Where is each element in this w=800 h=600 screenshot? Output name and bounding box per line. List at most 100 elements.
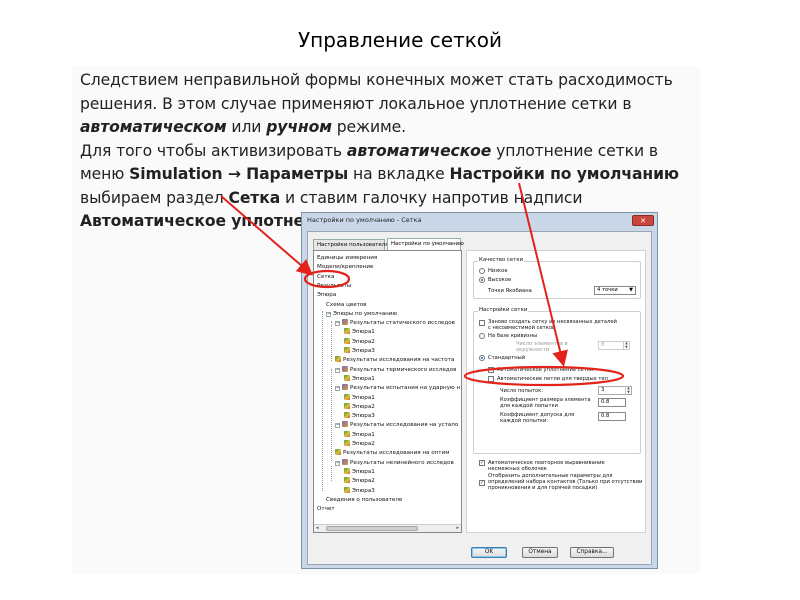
auto-realign-checkbox[interactable]: ✓ — [479, 460, 485, 466]
show-extra-checkbox[interactable]: ✓ — [479, 480, 485, 486]
results-folder-icon — [342, 365, 348, 372]
tree-item-label: Эпюра3 — [352, 413, 375, 420]
tolerance-input[interactable]: 0.8 — [598, 412, 626, 421]
para2-tab: Настройки по умолчанию — [449, 165, 680, 183]
tree-item-user-info[interactable]: Сведения о пользователе — [326, 496, 402, 504]
tree-item-static-plot3[interactable]: Эпюра3 — [344, 347, 375, 355]
attempts-arrows-icon[interactable]: ▲ ▼ — [625, 386, 631, 394]
tree-item-static-results[interactable]: − Результаты статического исследов — [335, 319, 455, 327]
size-factor-input[interactable]: 0.8 — [598, 398, 626, 407]
auto-loops-label: Автоматические петли для твердых тел — [497, 376, 608, 382]
dialog-title: Настройки по умолчанию - Сетка — [307, 216, 422, 224]
standard-radio[interactable] — [479, 355, 485, 361]
collapse-icon[interactable]: − — [335, 367, 340, 373]
tree-item-static-plot2[interactable]: Эпюра2 — [344, 337, 375, 346]
redo-mesh-checkbox[interactable] — [479, 320, 485, 326]
quality-high-label: Высокое — [488, 277, 512, 283]
collapse-icon[interactable]: − — [335, 460, 340, 466]
quality-low-radio[interactable] — [479, 268, 485, 274]
jacobian-select[interactable]: 4 точки ▼ — [594, 286, 636, 295]
tree-item-label: Модели/крепление — [317, 264, 374, 271]
slide-title: Управление сеткой — [297, 28, 503, 52]
results-folder-icon — [342, 458, 348, 465]
curvature-radio[interactable] — [479, 333, 485, 339]
tree-item-results[interactable]: Результаты — [317, 282, 351, 290]
para1-end: режиме. — [331, 118, 407, 136]
tree-item-nonlinear-plot2[interactable]: Эпюра2 — [344, 477, 375, 485]
tree-item-units[interactable]: Единицы измерения — [317, 254, 377, 262]
help-button[interactable]: Справка... — [570, 547, 614, 558]
plot-icon — [344, 328, 350, 335]
cancel-button[interactable]: Отмена — [522, 547, 558, 558]
auto-realign-label: Автоматическое повторное выравнивание не… — [488, 460, 605, 472]
collapse-icon[interactable]: − — [326, 311, 331, 317]
plot-icon — [344, 467, 350, 474]
para2-mesh: Сетка — [228, 188, 281, 207]
tree-item-drop-results[interactable]: − Результаты испытания на ударную н — [335, 384, 460, 392]
para1-auto: автоматическом — [80, 118, 227, 136]
tree-item-fatigue-plot1[interactable]: Эпюра1 — [344, 430, 375, 439]
tree-item-nonlinear-results[interactable]: − Результаты нелинейного исследов — [335, 458, 454, 467]
tree-item-label: Результаты — [317, 282, 352, 289]
standard-label: Стандартный — [488, 355, 526, 361]
tree-item-drop-plot2[interactable]: Эпюра2 — [344, 402, 375, 411]
tree-item-optimization-results[interactable]: Результаты исследования на оптим — [335, 449, 449, 457]
elements-in-circle-label: Число элементов в окружности — [516, 341, 568, 353]
tree-item-default-plots[interactable]: − Эпюры по умолчанию — [326, 310, 397, 318]
ok-button[interactable]: OK — [471, 547, 507, 558]
spin-arrows-icon[interactable]: ▲ ▼ — [623, 341, 629, 349]
tree-item-nonlinear-plot3[interactable]: Эпюра3 — [344, 486, 375, 495]
quality-low-label: Низкое — [488, 268, 508, 274]
tree-item-label: Эпюра — [317, 292, 337, 299]
collapse-icon[interactable]: − — [335, 423, 340, 429]
tree-hscrollbar[interactable]: ◂ ▸ — [314, 524, 461, 532]
redo-mesh-label: Заново создать сетку из несвязанных дета… — [488, 319, 617, 331]
spin-down-icon[interactable]: ▼ — [625, 345, 628, 349]
tab-user-settings[interactable]: Настройки пользователя — [313, 239, 388, 250]
para2-tab-text: на вкладке — [348, 165, 450, 183]
tree-item-drop-plot3[interactable]: Эпюра3 — [344, 412, 375, 420]
para2-text: Для того чтобы активизировать — [80, 141, 347, 160]
tree-guide-line — [322, 311, 323, 491]
tree-item-frequency-results[interactable]: Результаты исследования на частота — [335, 356, 454, 364]
attempts-value: 3 — [601, 387, 605, 393]
scroll-right-icon[interactable]: ▸ — [456, 525, 459, 532]
chevron-down-icon: ▼ — [629, 287, 633, 293]
tree-item-fixtures[interactable]: Модели/крепление — [317, 263, 373, 271]
tree-item-nonlinear-plot1[interactable]: Эпюра1 — [344, 467, 375, 476]
elements-in-circle-spin[interactable]: 8 ▲ ▼ — [598, 341, 630, 350]
scroll-left-icon[interactable]: ◂ — [316, 525, 319, 532]
plot-icon — [344, 486, 350, 493]
tree-guide-line — [331, 466, 332, 481]
tree-item-fatigue-plot2[interactable]: Эпюра2 — [344, 440, 375, 448]
auto-loops-checkbox[interactable] — [488, 376, 494, 382]
tree-item-color-scheme[interactable]: Схема цветов — [326, 301, 367, 309]
tree-item-static-plot1[interactable]: Эпюра1 — [344, 328, 375, 336]
tree-item-fatigue-results[interactable]: − Результаты исследования на устало — [335, 421, 458, 429]
tree-item-mesh[interactable]: Сетка — [317, 273, 334, 281]
tree-item-report[interactable]: Отчет — [317, 505, 335, 513]
plot-icon — [344, 477, 350, 484]
tree-item-label: Единицы измерения — [317, 255, 378, 261]
attempts-label: Число попыток: — [500, 388, 544, 394]
tolerance-label: Коэффициент допуска для каждой попытки: — [500, 412, 575, 424]
tree-item-label: Эпюра1 — [352, 329, 375, 336]
settings-pane: Качество сетки Низкое Высокое Точки Якоб… — [466, 250, 646, 533]
tree-item-drop-plot1[interactable]: Эпюра1 — [344, 393, 375, 402]
quality-high-radio[interactable] — [479, 277, 485, 283]
collapse-icon[interactable]: − — [335, 386, 340, 392]
tab-default-settings[interactable]: Настройки по умолчанию — [387, 238, 464, 250]
close-button[interactable]: ✕ — [632, 215, 654, 226]
tree-item-label: Эпюра2 — [352, 441, 375, 447]
tree-item-thermal-results[interactable]: − Результаты термического исследов — [335, 365, 456, 374]
tree-hscroll-thumb[interactable] — [326, 526, 418, 531]
tree-item-plot[interactable]: Эпюра — [317, 291, 336, 299]
tree-item-label: Эпюры по умолчанию — [333, 310, 398, 317]
attempts-down-icon[interactable]: ▼ — [627, 390, 630, 394]
collapse-icon[interactable]: − — [335, 321, 340, 327]
attempts-spin[interactable]: 3 ▲ ▼ — [598, 386, 632, 395]
results-folder-icon — [342, 421, 348, 428]
para2-section-text: выбираем раздел — [80, 188, 229, 207]
auto-refine-checkbox[interactable]: ✓ — [488, 367, 494, 373]
tree-item-thermal-plot1[interactable]: Эпюра1 — [344, 374, 375, 383]
